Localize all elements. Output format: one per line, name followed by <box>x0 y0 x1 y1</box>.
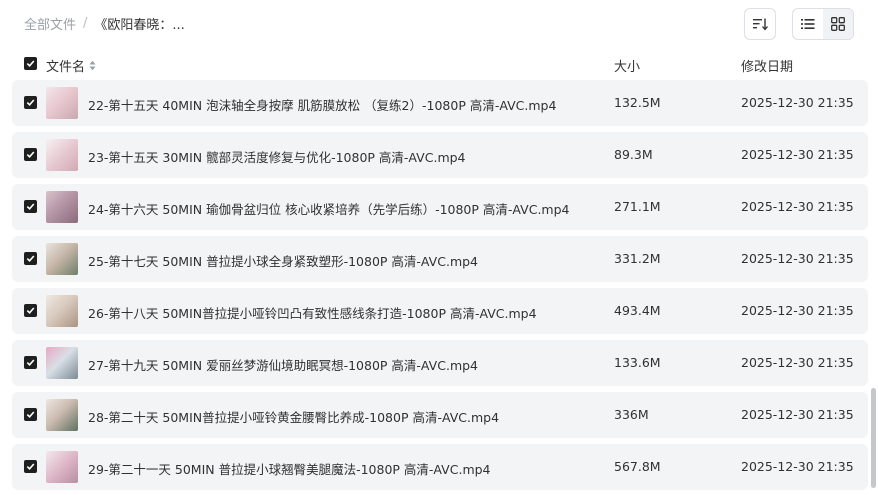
column-header-name[interactable]: 文件名 <box>46 56 96 75</box>
list-view-button[interactable] <box>793 9 823 39</box>
file-size: 133.6M <box>614 355 661 370</box>
sort-lines-icon <box>753 18 768 31</box>
check-icon <box>26 99 35 106</box>
file-size: 567.8M <box>614 459 661 474</box>
table-row[interactable]: 22-第十五天 40MIN 泡沫轴全身按摩 肌筋膜放松 （复练2）-1080P … <box>12 80 868 126</box>
column-header-size[interactable]: 大小 <box>614 56 640 75</box>
file-name[interactable]: 26-第十八天 50MIN普拉提小哑铃凹凸有致性感线条打造-1080P 高清-A… <box>88 303 537 322</box>
row-checkbox[interactable] <box>24 460 37 473</box>
sort-arrows-icon[interactable] <box>89 60 96 71</box>
check-icon <box>26 463 35 470</box>
file-size: 331.2M <box>614 251 661 266</box>
breadcrumb-current-folder: 《欧阳春晓：... <box>94 18 185 33</box>
file-name[interactable]: 28-第二十天 50MIN普拉提小哑铃黄金腰臀比养成-1080P 高清-AVC.… <box>88 407 499 426</box>
table-row[interactable]: 29-第二十一天 50MIN 普拉提小球翘臀美腿魔法-1080P 高清-AVC.… <box>12 444 868 490</box>
file-modified-date: 2025-12-30 21:35 <box>741 459 854 474</box>
breadcrumb-root-link[interactable]: 全部文件 <box>24 14 76 33</box>
row-checkbox[interactable] <box>24 252 37 265</box>
video-thumbnail[interactable] <box>46 347 78 379</box>
file-name[interactable]: 29-第二十一天 50MIN 普拉提小球翘臀美腿魔法-1080P 高清-AVC.… <box>88 459 491 478</box>
grid-view-button[interactable] <box>823 9 853 39</box>
file-name[interactable]: 23-第十五天 30MIN 髋部灵活度修复与优化-1080P 高清-AVC.mp… <box>88 147 466 166</box>
video-thumbnail[interactable] <box>46 451 78 483</box>
file-modified-date: 2025-12-30 21:35 <box>741 147 854 162</box>
check-icon <box>26 60 35 67</box>
video-thumbnail[interactable] <box>46 87 78 119</box>
column-header-date[interactable]: 修改日期 <box>741 56 793 75</box>
grid-view-icon <box>831 17 845 31</box>
view-toggle-group <box>792 8 854 40</box>
file-name[interactable]: 24-第十六天 50MIN 瑜伽骨盆归位 核心收紧培养（先学后练）-1080P … <box>88 199 569 218</box>
row-checkbox[interactable] <box>24 408 37 421</box>
table-row[interactable]: 23-第十五天 30MIN 髋部灵活度修复与优化-1080P 高清-AVC.mp… <box>12 132 868 178</box>
file-name[interactable]: 25-第十七天 50MIN 普拉提小球全身紧致塑形-1080P 高清-AVC.m… <box>88 251 478 270</box>
select-all-checkbox[interactable] <box>24 57 37 70</box>
file-name[interactable]: 22-第十五天 40MIN 泡沫轴全身按摩 肌筋膜放松 （复练2）-1080P … <box>88 95 556 114</box>
file-size: 132.5M <box>614 95 661 110</box>
table-header: 文件名 大小 修改日期 <box>0 50 878 78</box>
row-checkbox[interactable] <box>24 356 37 369</box>
table-row[interactable]: 24-第十六天 50MIN 瑜伽骨盆归位 核心收紧培养（先学后练）-1080P … <box>12 184 868 230</box>
check-icon <box>26 203 35 210</box>
breadcrumb: 全部文件 / 《欧阳春晓：... <box>24 14 185 33</box>
table-row[interactable]: 28-第二十天 50MIN普拉提小哑铃黄金腰臀比养成-1080P 高清-AVC.… <box>12 392 868 438</box>
column-header-name-label: 文件名 <box>46 60 86 75</box>
sort-button[interactable] <box>744 8 776 40</box>
check-icon <box>26 359 35 366</box>
video-thumbnail[interactable] <box>46 399 78 431</box>
file-size: 336M <box>614 407 649 422</box>
check-icon <box>26 411 35 418</box>
file-modified-date: 2025-12-30 21:35 <box>741 199 854 214</box>
table-row[interactable]: 25-第十七天 50MIN 普拉提小球全身紧致塑形-1080P 高清-AVC.m… <box>12 236 868 282</box>
file-size: 271.1M <box>614 199 661 214</box>
row-checkbox[interactable] <box>24 148 37 161</box>
file-modified-date: 2025-12-30 21:35 <box>741 95 854 110</box>
video-thumbnail[interactable] <box>46 139 78 171</box>
file-modified-date: 2025-12-30 21:35 <box>741 303 854 318</box>
file-modified-date: 2025-12-30 21:35 <box>741 407 854 422</box>
row-checkbox[interactable] <box>24 200 37 213</box>
video-thumbnail[interactable] <box>46 191 78 223</box>
table-row[interactable]: 27-第十九天 50MIN 爱丽丝梦游仙境助眠冥想-1080P 高清-AVC.m… <box>12 340 868 386</box>
breadcrumb-separator: / <box>83 16 88 31</box>
file-name[interactable]: 27-第十九天 50MIN 爱丽丝梦游仙境助眠冥想-1080P 高清-AVC.m… <box>88 355 478 374</box>
check-icon <box>26 151 35 158</box>
row-checkbox[interactable] <box>24 96 37 109</box>
list-view-icon <box>801 19 815 29</box>
file-modified-date: 2025-12-30 21:35 <box>741 251 854 266</box>
file-modified-date: 2025-12-30 21:35 <box>741 355 854 370</box>
vertical-scrollbar[interactable] <box>871 388 876 488</box>
row-checkbox[interactable] <box>24 304 37 317</box>
file-size: 493.4M <box>614 303 661 318</box>
file-size: 89.3M <box>614 147 653 162</box>
check-icon <box>26 307 35 314</box>
table-row[interactable]: 26-第十八天 50MIN普拉提小哑铃凹凸有致性感线条打造-1080P 高清-A… <box>12 288 868 334</box>
video-thumbnail[interactable] <box>46 243 78 275</box>
top-bar: 全部文件 / 《欧阳春晓：... <box>0 0 878 48</box>
video-thumbnail[interactable] <box>46 295 78 327</box>
check-icon <box>26 255 35 262</box>
